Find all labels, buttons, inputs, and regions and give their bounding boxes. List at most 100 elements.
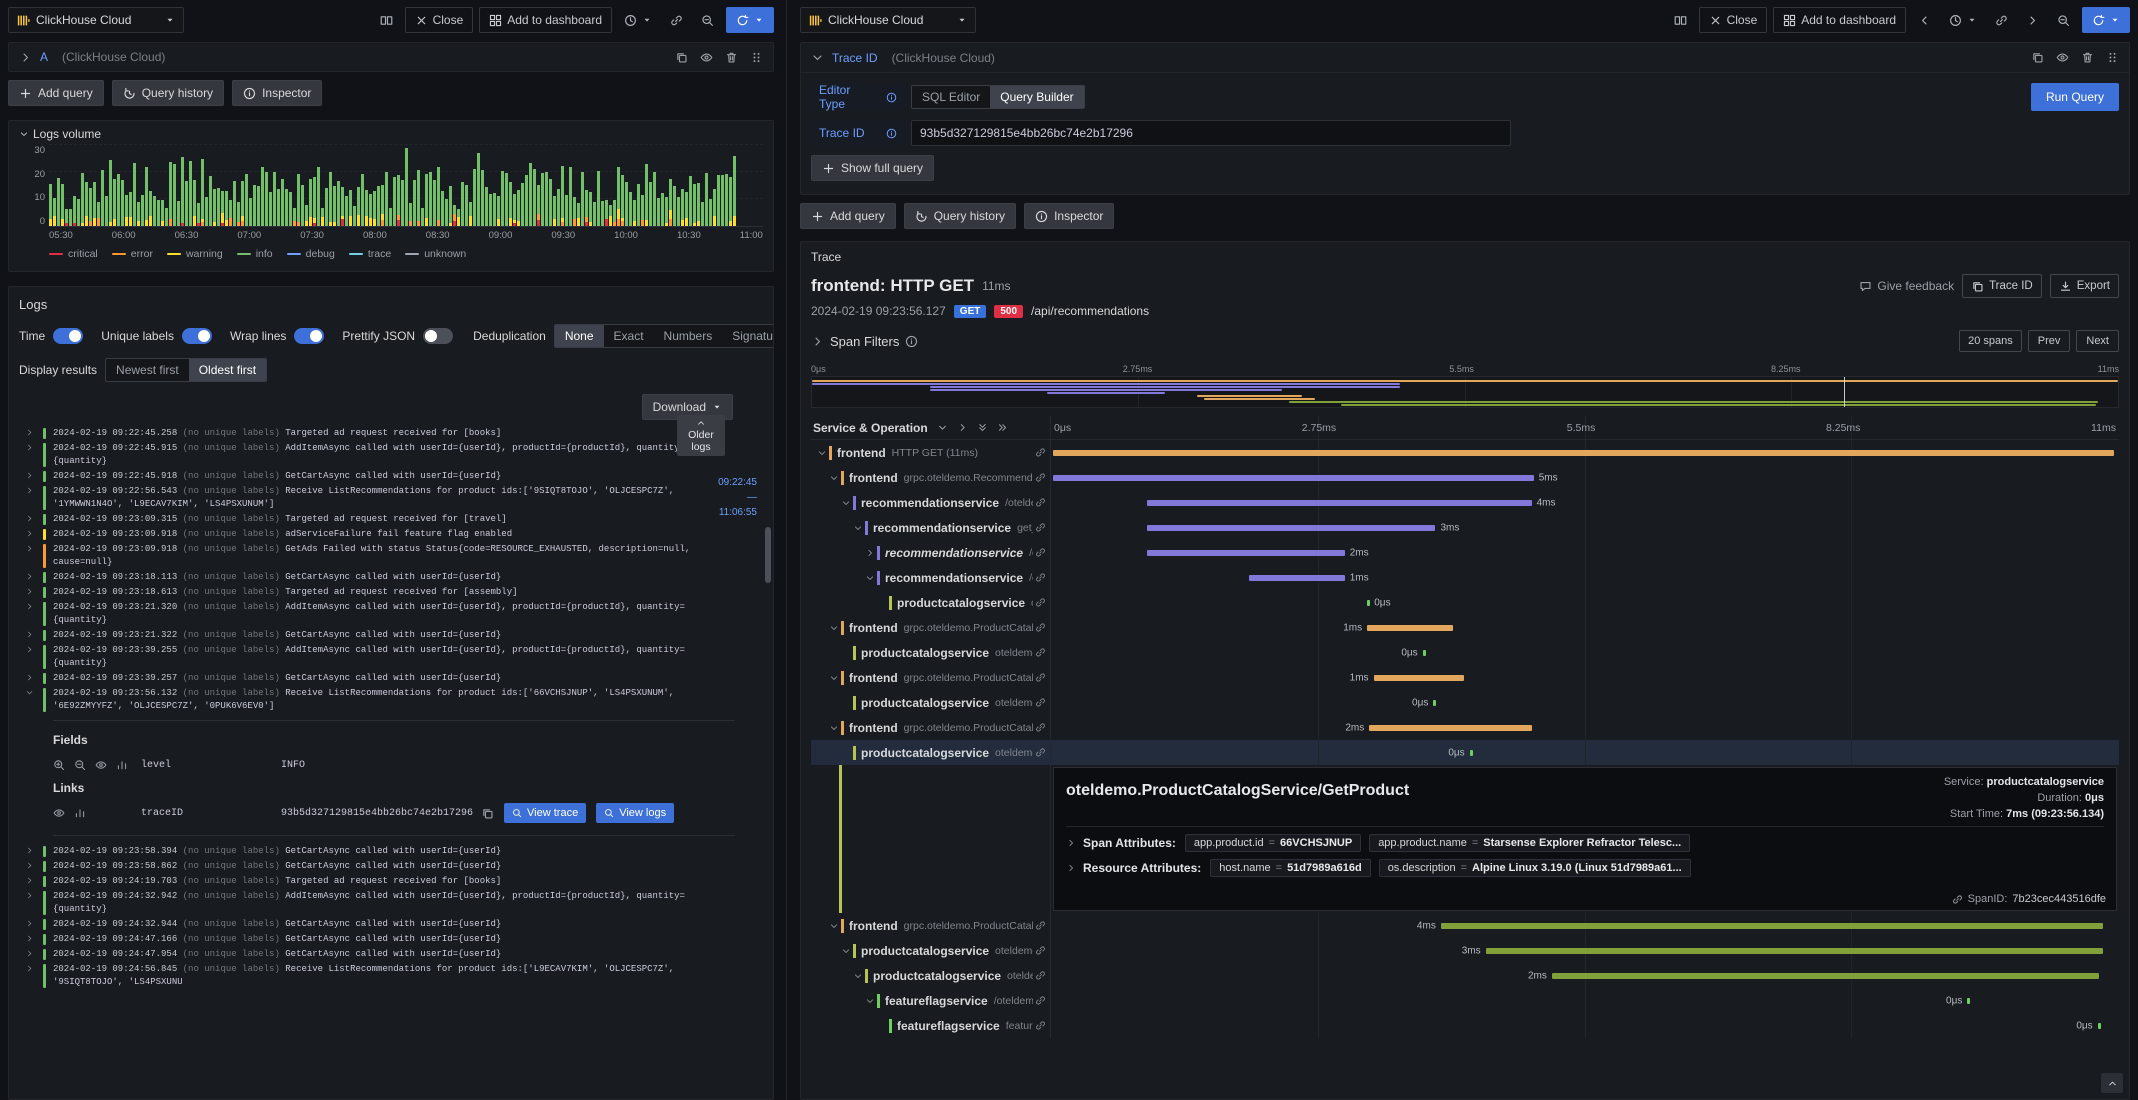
log-row[interactable]: 2024-02-19 09:23:39.255 (no unique label…: [19, 643, 763, 671]
option-none[interactable]: None: [554, 325, 604, 347]
span-link-icon[interactable]: [1035, 447, 1046, 458]
span-link-icon[interactable]: [1035, 672, 1046, 683]
collapse-span-icon[interactable]: [863, 573, 877, 583]
span-timeline-cell[interactable]: 2ms: [1051, 963, 2119, 988]
span-name-cell[interactable]: recommendationservice/otelde: [811, 540, 1051, 565]
option-oldest-first[interactable]: Oldest first: [188, 359, 267, 381]
expand-log-icon[interactable]: [25, 673, 34, 682]
close-split-button[interactable]: Close: [404, 7, 474, 33]
time-picker-button[interactable]: [618, 7, 658, 33]
show-full-query-button[interactable]: Show full query: [811, 155, 935, 181]
chevron-down-icon[interactable]: [811, 51, 824, 64]
inspector-button[interactable]: Inspector: [1024, 203, 1115, 229]
span-timeline-cell[interactable]: 1ms: [1051, 615, 2119, 640]
span-row[interactable]: productcatalogservice oteldemo.Produc 3ms: [811, 938, 2119, 963]
trace-minimap[interactable]: 0μs 2.75ms 5.5ms 8.25ms 11ms: [811, 364, 2119, 408]
log-row[interactable]: 2024-02-19 09:23:21.322 (no unique label…: [19, 628, 763, 643]
time-switch[interactable]: [53, 328, 84, 344]
span-timeline-cell[interactable]: 3ms: [1051, 515, 2119, 540]
expand-icon[interactable]: [1066, 863, 1076, 873]
span-link-icon[interactable]: [1035, 1020, 1046, 1031]
collapse-span-icon[interactable]: [851, 971, 865, 981]
span-link-icon[interactable]: [1035, 497, 1046, 508]
span-link-icon[interactable]: [1035, 597, 1046, 608]
span-timeline-cell[interactable]: 0μs: [1051, 740, 2119, 765]
log-row[interactable]: 2024-02-19 09:22:45.258 (no unique label…: [19, 426, 763, 441]
option-signature[interactable]: Signature: [722, 325, 773, 347]
span-timeline-cell[interactable]: 0μs: [1051, 640, 2119, 665]
add-query-button[interactable]: Add query: [800, 203, 896, 229]
wrap-lines-switch[interactable]: [294, 328, 325, 344]
span-link-icon[interactable]: [1035, 945, 1046, 956]
time-shift-back-button[interactable]: [1912, 7, 1937, 33]
query-ref-id[interactable]: Trace ID: [832, 51, 878, 65]
span-link-icon[interactable]: [1035, 572, 1046, 583]
refresh-button[interactable]: [2082, 7, 2130, 33]
option-newest-first[interactable]: Newest first: [106, 359, 189, 381]
add-to-dashboard-button[interactable]: Add to dashboard: [1773, 7, 1906, 33]
log-row[interactable]: 2024-02-19 09:23:39.257 (no unique label…: [19, 671, 763, 686]
log-row[interactable]: 2024-02-19 09:24:32.942 (no unique label…: [19, 889, 763, 917]
close-split-button[interactable]: Close: [1698, 7, 1768, 33]
hide-query-icon[interactable]: [700, 51, 713, 64]
expand-span-filters-icon[interactable]: [811, 335, 824, 348]
log-row[interactable]: 2024-02-19 09:24:19.703 (no unique label…: [19, 874, 763, 889]
span-name-cell[interactable]: frontend grpc.oteldemo.ProductCatalogServ…: [811, 615, 1051, 640]
give-feedback-button[interactable]: Give feedback: [1859, 279, 1954, 293]
span-attributes-row[interactable]: Span Attributes: app.product.id = 66VCHSJN…: [1066, 834, 2104, 852]
legend-item-info[interactable]: info: [236, 248, 273, 260]
option-numbers[interactable]: Numbers: [654, 325, 723, 347]
log-row[interactable]: 2024-02-19 09:24:47.954 (no unique label…: [19, 947, 763, 962]
span-name-cell[interactable]: frontend grpc.oteldemo.ProductCatalogServ…: [811, 913, 1051, 938]
collapse-section-icon[interactable]: [19, 129, 29, 139]
unique-labels-switch[interactable]: [181, 328, 212, 344]
span-row[interactable]: frontend HTTP GET (11ms): [811, 440, 2119, 465]
collapse-span-icon[interactable]: [827, 921, 841, 931]
collapse-span-icon[interactable]: [815, 448, 829, 458]
span-link-icon[interactable]: [1035, 622, 1046, 633]
span-row[interactable]: recommendationservice/otelde 2ms: [811, 540, 2119, 565]
span-name-cell[interactable]: featureflagservice featureflag: [811, 1013, 1051, 1038]
expand-log-icon[interactable]: [25, 443, 34, 452]
expand-log-icon[interactable]: [25, 529, 34, 538]
span-row[interactable]: productcatalogservice oteldemo.Produc 0μs: [811, 740, 2119, 765]
log-row[interactable]: 2024-02-19 09:23:09.918 (no unique label…: [19, 527, 763, 542]
log-row[interactable]: 2024-02-19 09:23:56.132 (no unique label…: [19, 686, 763, 714]
expand-log-icon[interactable]: [25, 919, 34, 928]
next-span-button[interactable]: Next: [2076, 330, 2119, 352]
span-row[interactable]: recommendationservice/otelde 1ms: [811, 565, 2119, 590]
span-timeline-cell[interactable]: 1ms: [1051, 665, 2119, 690]
add-to-dashboard-button[interactable]: Add to dashboard: [479, 7, 612, 33]
expand-span-icon[interactable]: [863, 548, 877, 558]
chevron-right-icon[interactable]: [19, 51, 32, 64]
expand-log-icon[interactable]: [25, 630, 34, 639]
span-row[interactable]: frontend grpc.oteldemo.RecommendationServ…: [811, 465, 2119, 490]
split-view-button[interactable]: [374, 7, 399, 33]
collapse-span-icon[interactable]: [863, 996, 877, 1006]
collapse-span-icon[interactable]: [839, 498, 853, 508]
trace-id-input[interactable]: [911, 120, 1511, 146]
log-row[interactable]: 2024-02-19 09:23:18.113 (no unique label…: [19, 570, 763, 585]
span-name-cell[interactable]: frontend grpc.oteldemo.ProductCatalogServ…: [811, 665, 1051, 690]
zoom-out-button[interactable]: [2051, 7, 2076, 33]
expand-icon[interactable]: [1066, 838, 1076, 848]
span-timeline-cell[interactable]: 4ms: [1051, 913, 2119, 938]
query-row-a[interactable]: A (ClickHouse Cloud): [8, 42, 774, 72]
duplicate-query-icon[interactable]: [2031, 51, 2044, 64]
hide-query-icon[interactable]: [2056, 51, 2069, 64]
query-row-trace-id[interactable]: Trace ID (ClickHouse Cloud): [801, 43, 2129, 73]
span-timeline-cell[interactable]: 2ms: [1051, 540, 2119, 565]
expand-log-icon[interactable]: [25, 428, 34, 437]
span-link-icon[interactable]: [1035, 647, 1046, 658]
span-name-cell[interactable]: productcatalogservice oteld: [811, 590, 1051, 615]
log-row[interactable]: 2024-02-19 09:23:58.394 (no unique label…: [19, 844, 763, 859]
add-query-button[interactable]: Add query: [8, 80, 104, 106]
expand-all-icon[interactable]: [997, 422, 1008, 433]
option-exact[interactable]: Exact: [604, 325, 654, 347]
export-button[interactable]: Export: [2049, 274, 2119, 298]
span-name-cell[interactable]: recommendationservice/otelde: [811, 565, 1051, 590]
scrollbar-thumb[interactable]: [765, 527, 771, 583]
expand-log-icon[interactable]: [25, 514, 34, 523]
share-link-button[interactable]: [664, 7, 689, 33]
span-timeline-cell[interactable]: 0μs: [1051, 590, 2119, 615]
